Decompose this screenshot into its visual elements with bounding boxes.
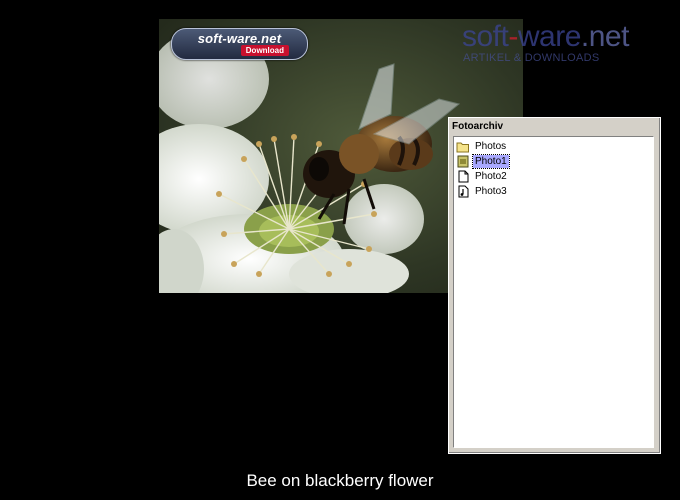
tree-item-label: Photo1	[472, 154, 510, 169]
watermark-logo: soft-ware.net ARTIKEL & DOWNLOADS	[462, 20, 672, 68]
watermark-badge-title: soft-ware.net	[197, 31, 282, 46]
tree-item-label: Photo2	[475, 171, 507, 182]
photo-file-icon	[457, 155, 469, 168]
panel-title: Fotoarchiv	[452, 121, 504, 132]
watermark-logo-tagline: ARTIKEL & DOWNLOADS	[463, 52, 600, 64]
logo-soft: soft	[462, 20, 509, 53]
tree-item-photo2[interactable]: Photo2	[456, 169, 509, 184]
tree-item-photos[interactable]: Photos	[456, 139, 508, 154]
watermark-badge-subtitle: Download	[240, 45, 289, 56]
photo-tree[interactable]: Photos Photo1 Photo2 Photo3	[453, 136, 654, 448]
logo-dash: -	[508, 20, 518, 53]
tree-item-label: Photo3	[475, 186, 507, 197]
folder-icon	[456, 142, 469, 153]
audio-file-icon	[458, 185, 469, 198]
tree-item-photo1[interactable]: Photo1	[456, 154, 510, 169]
fotoarchiv-panel: Fotoarchiv Photos Photo1 Photo2 Photo3	[448, 117, 661, 454]
watermark-badge: soft-ware.net Download	[171, 28, 308, 60]
tree-item-photo3[interactable]: Photo3	[456, 184, 509, 199]
photo-caption: Bee on blackberry flower	[246, 471, 434, 490]
watermark-logo-text: soft-ware.net	[462, 20, 629, 54]
logo-net: .net	[580, 20, 630, 53]
logo-ware: ware	[517, 20, 582, 53]
document-icon	[458, 170, 469, 183]
tree-item-label: Photos	[475, 141, 507, 152]
